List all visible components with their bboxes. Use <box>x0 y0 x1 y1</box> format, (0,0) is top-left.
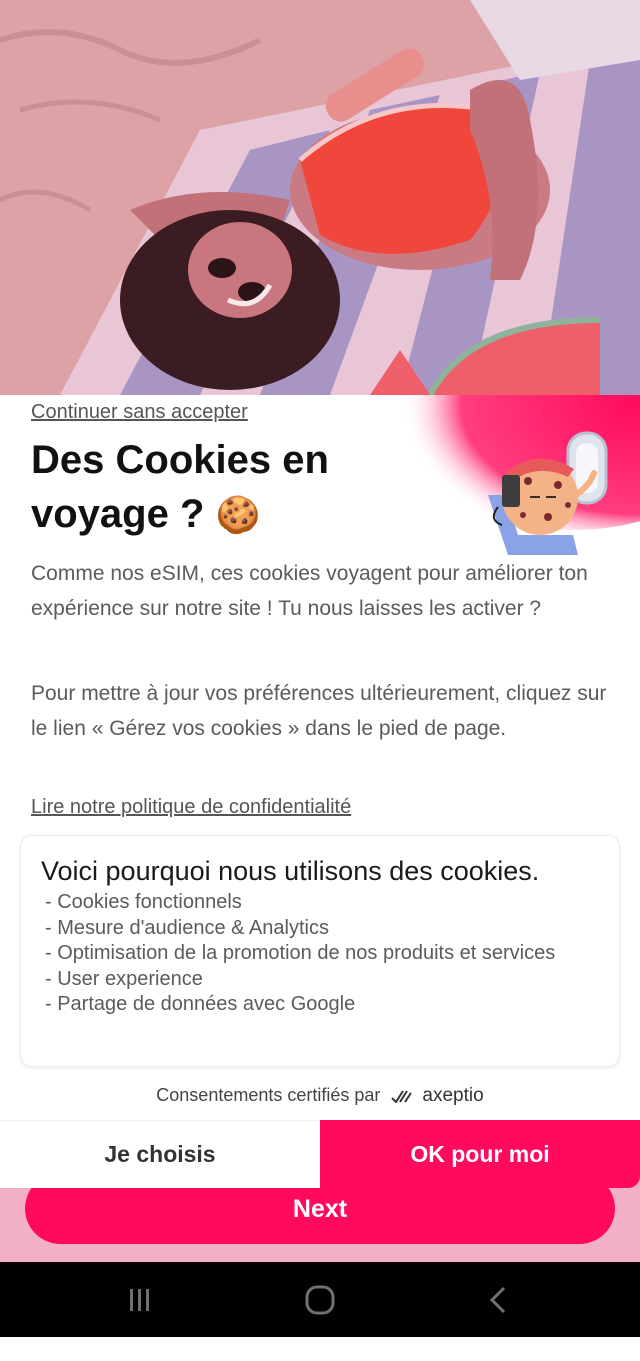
purpose-item: - Partage de données avec Google <box>45 993 356 1015</box>
consent-update-info: Pour mettre à jour vos préférences ultér… <box>31 682 607 740</box>
cookie-consent-dialog: Continuer sans accepter Des Cookies en v… <box>0 395 640 1120</box>
consent-title-line2: voyage ? <box>31 492 205 536</box>
cookie-emoji-icon: 🍪 <box>215 494 261 535</box>
consent-title: Des Cookies en voyage ? 🍪 <box>31 433 411 542</box>
certified-label: Consentements certifiés par <box>156 1085 381 1105</box>
choose-cookies-button[interactable]: Je choisis <box>0 1120 320 1188</box>
beach-photo <box>0 0 640 395</box>
axeptio-logo-icon <box>391 1090 413 1104</box>
consent-description: Comme nos eSIM, ces cookies voyagent pou… <box>31 562 588 620</box>
cookie-purposes-card: Voici pourquoi nous utilisons des cookie… <box>20 835 620 1067</box>
recents-icon[interactable] <box>120 1280 160 1320</box>
purpose-item: - User experience <box>45 967 203 990</box>
purpose-item: - Mesure d'audience & Analytics <box>45 916 329 939</box>
purpose-item: - Optimisation de la promotion de nos pr… <box>45 942 556 964</box>
cookie-traveler-icon <box>488 431 608 555</box>
back-icon[interactable] <box>478 1280 518 1320</box>
system-navigation-bar <box>0 1262 640 1337</box>
consent-title-line1: Des Cookies en <box>31 438 329 482</box>
hero-image <box>0 0 640 395</box>
privacy-policy-link[interactable]: Lire notre politique de confidentialité <box>31 796 351 819</box>
purpose-item: - Cookies fonctionnels <box>45 891 242 913</box>
consent-certification: Consentements certifiés par axeptio <box>0 1085 640 1107</box>
screen: Continuer sans accepter Des Cookies en v… <box>0 0 640 1361</box>
purposes-title: Voici pourquoi nous utilisons des cookie… <box>41 856 540 886</box>
axeptio-brand: axeptio <box>422 1085 484 1106</box>
home-icon[interactable] <box>300 1280 340 1320</box>
accept-cookies-button[interactable]: OK pour moi <box>320 1120 640 1188</box>
purposes-list: - Cookies fonctionnels - Mesure d'audien… <box>45 890 565 1018</box>
bottom-strip <box>0 1337 640 1361</box>
continue-without-accepting-link[interactable]: Continuer sans accepter <box>31 401 248 424</box>
